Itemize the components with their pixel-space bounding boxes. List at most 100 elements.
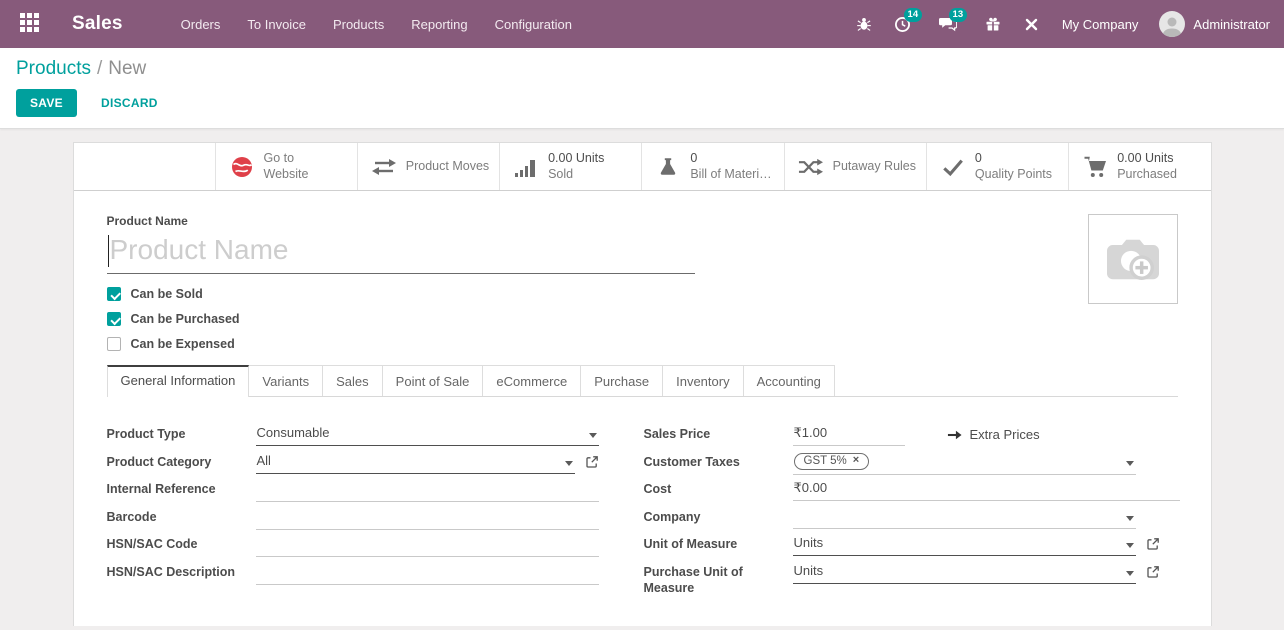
- hsn-code-input[interactable]: [257, 535, 599, 552]
- purchase-uom-row: Purchase Unit of Measure Units: [644, 562, 1180, 597]
- menu-orders[interactable]: Orders: [181, 17, 221, 32]
- activities-clock-icon[interactable]: 14: [894, 15, 912, 33]
- arrow-right-icon: [947, 429, 962, 441]
- can-be-expensed-row[interactable]: Can be Expensed: [107, 337, 1178, 351]
- can-be-expensed-checkbox[interactable]: [107, 337, 121, 351]
- can-be-purchased-label: Can be Purchased: [131, 312, 240, 326]
- tab-accounting[interactable]: Accounting: [743, 365, 835, 396]
- extra-prices-link[interactable]: Extra Prices: [947, 427, 1040, 442]
- purchase-uom-select[interactable]: Units: [793, 562, 1136, 584]
- hsn-description-input[interactable]: [257, 563, 599, 580]
- company-switcher[interactable]: My Company: [1062, 17, 1139, 32]
- product-name-input[interactable]: [107, 234, 695, 266]
- apps-grid-icon[interactable]: [20, 13, 42, 35]
- product-category-label: Product Category: [107, 452, 256, 470]
- tab-variants[interactable]: Variants: [248, 365, 323, 396]
- menu-configuration[interactable]: Configuration: [495, 17, 572, 32]
- can-be-expensed-label: Can be Expensed: [131, 337, 235, 351]
- quality-points-button[interactable]: 0Quality Points: [926, 143, 1068, 190]
- uom-row: Unit of Measure Units: [644, 534, 1180, 562]
- tax-tag: GST 5% ×: [794, 453, 870, 470]
- putaway-rules-button[interactable]: Putaway Rules: [784, 143, 926, 190]
- sales-price-field[interactable]: ₹1.00: [793, 424, 905, 446]
- menu-reporting[interactable]: Reporting: [411, 17, 467, 32]
- product-type-select[interactable]: Consumable: [256, 424, 599, 446]
- can-be-purchased-row[interactable]: Can be Purchased: [107, 312, 1178, 326]
- tab-general-information[interactable]: General Information: [107, 365, 250, 397]
- external-link-icon[interactable]: [1146, 565, 1160, 584]
- chevron-down-icon[interactable]: [1126, 461, 1134, 466]
- tab-inventory[interactable]: Inventory: [662, 365, 743, 396]
- menu-products[interactable]: Products: [333, 17, 384, 32]
- stat-label: Sold: [548, 167, 604, 183]
- product-type-label: Product Type: [107, 424, 256, 442]
- can-be-sold-row[interactable]: Can be Sold: [107, 287, 1178, 301]
- chevron-down-icon[interactable]: [1126, 516, 1134, 521]
- stat-label: Purchased: [1117, 167, 1177, 183]
- company-row: Company: [644, 507, 1180, 535]
- cost-label: Cost: [644, 479, 793, 497]
- units-sold-button[interactable]: 0.00 UnitsSold: [499, 143, 641, 190]
- tab-ecommerce[interactable]: eCommerce: [482, 365, 581, 396]
- tab-purchase[interactable]: Purchase: [580, 365, 663, 396]
- bar-chart-icon: [513, 155, 539, 179]
- external-link-icon[interactable]: [585, 455, 599, 474]
- shuffle-icon: [798, 156, 824, 178]
- product-image-upload[interactable]: [1088, 214, 1178, 304]
- discard-button[interactable]: DISCARD: [91, 89, 168, 117]
- company-label: Company: [644, 507, 793, 525]
- gift-icon[interactable]: [984, 15, 1002, 33]
- breadcrumb-separator: /: [91, 58, 108, 79]
- units-purchased-button[interactable]: 0.00 UnitsPurchased: [1068, 143, 1210, 190]
- uom-select[interactable]: Units: [793, 534, 1136, 556]
- menu-to-invoice[interactable]: To Invoice: [247, 17, 306, 32]
- product-category-select[interactable]: All: [256, 452, 575, 474]
- customer-taxes-field[interactable]: GST 5% ×: [793, 452, 1136, 475]
- barcode-field: [256, 507, 599, 530]
- internal-reference-input[interactable]: [257, 480, 599, 497]
- chevron-down-icon[interactable]: [1126, 571, 1134, 576]
- internal-reference-label: Internal Reference: [107, 479, 256, 497]
- cost-row: Cost ₹0.00: [644, 479, 1180, 507]
- tools-icon[interactable]: [1023, 15, 1041, 33]
- save-button[interactable]: SAVE: [16, 89, 77, 117]
- tab-sales[interactable]: Sales: [322, 365, 383, 396]
- cost-field[interactable]: ₹0.00: [793, 479, 1180, 501]
- messages-icon[interactable]: 13: [939, 15, 957, 33]
- globe-icon: [229, 155, 255, 179]
- breadcrumb-current: New: [108, 58, 146, 79]
- chevron-down-icon[interactable]: [565, 461, 573, 466]
- bill-of-materials-button[interactable]: 0Bill of Materi…: [641, 143, 783, 190]
- breadcrumb-products-link[interactable]: Products: [16, 58, 91, 79]
- barcode-label: Barcode: [107, 507, 256, 525]
- chevron-down-icon[interactable]: [589, 433, 597, 438]
- internal-reference-row: Internal Reference: [107, 479, 599, 507]
- app-name[interactable]: Sales: [72, 13, 123, 35]
- main-menu: Orders To Invoice Products Reporting Con…: [181, 17, 572, 32]
- customer-taxes-row: Customer Taxes GST 5% ×: [644, 452, 1180, 480]
- hsn-description-row: HSN/SAC Description: [107, 562, 599, 590]
- breadcrumb: Products/New: [16, 58, 1268, 80]
- can-be-sold-checkbox[interactable]: [107, 287, 121, 301]
- stat-button-box: Go to Website Product Moves 0.00 UnitsSo…: [74, 143, 1211, 191]
- barcode-input[interactable]: [257, 508, 599, 525]
- user-menu[interactable]: Administrator: [1159, 11, 1270, 37]
- external-link-icon[interactable]: [1146, 537, 1160, 556]
- go-to-website-button[interactable]: Go to Website: [215, 143, 357, 190]
- stat-label: Bill of Materi…: [690, 167, 771, 183]
- sales-price-row: Sales Price ₹1.00 Extra Prices: [644, 424, 1180, 452]
- remove-tax-icon[interactable]: ×: [853, 455, 859, 466]
- product-moves-button[interactable]: Product Moves: [357, 143, 499, 190]
- tab-point-of-sale[interactable]: Point of Sale: [382, 365, 484, 396]
- top-navbar: Sales Orders To Invoice Products Reporti…: [0, 0, 1284, 48]
- user-avatar-icon: [1159, 11, 1185, 37]
- bug-icon[interactable]: [855, 15, 873, 33]
- company-select[interactable]: [793, 507, 1136, 529]
- check-icon: [940, 156, 966, 178]
- uom-label: Unit of Measure: [644, 534, 793, 552]
- hsn-code-field: [256, 534, 599, 557]
- product-name-field: [107, 232, 695, 274]
- chevron-down-icon[interactable]: [1126, 543, 1134, 548]
- can-be-purchased-checkbox[interactable]: [107, 312, 121, 326]
- shopping-cart-icon: [1082, 155, 1108, 179]
